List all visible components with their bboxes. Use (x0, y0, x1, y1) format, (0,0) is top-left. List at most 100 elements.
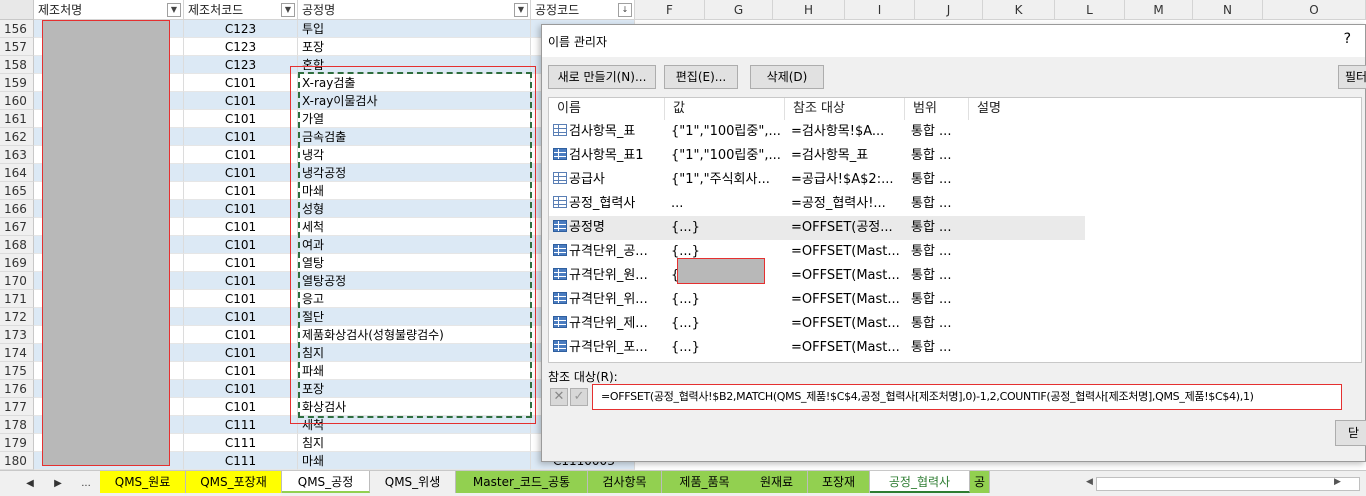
list-header-scope[interactable]: 범위 (905, 98, 969, 120)
tab-scroll-right-icon[interactable]: ▶ (50, 475, 66, 493)
column-letter-h[interactable]: H (773, 0, 845, 20)
sheet-tab[interactable]: Master_코드_공통 (456, 471, 588, 493)
confirm-edit-icon[interactable]: ✓ (570, 388, 588, 406)
cancel-edit-icon[interactable]: ✕ (550, 388, 568, 406)
cell-code[interactable]: C101 (184, 308, 298, 326)
list-item[interactable]: 규격단위_위... {...} =OFFSET(Mast... 통합 ... (549, 288, 1085, 312)
cell-code[interactable]: C111 (184, 452, 298, 470)
column-header-process-code[interactable]: 공정코드 ↓ (531, 0, 635, 20)
row-number[interactable]: 165 (0, 182, 34, 200)
column-letter-k[interactable]: K (983, 0, 1055, 20)
tab-scroll-left-icon[interactable]: ◀ (22, 475, 38, 493)
sheet-tab[interactable]: 제품_품목 (662, 471, 748, 493)
cell-code[interactable]: C101 (184, 92, 298, 110)
cell-code[interactable]: C101 (184, 146, 298, 164)
cell-code[interactable]: C101 (184, 254, 298, 272)
filter-dropdown-icon[interactable]: ▼ (514, 3, 528, 17)
row-number[interactable]: 171 (0, 290, 34, 308)
cell-code[interactable]: C101 (184, 218, 298, 236)
column-letter-i[interactable]: I (845, 0, 915, 20)
list-item[interactable]: 규격단위_제... {...} =OFFSET(Mast... 통합 ... (549, 312, 1085, 336)
row-number[interactable]: 180 (0, 452, 34, 470)
sheet-tab[interactable]: 포장재 (808, 471, 870, 493)
sheet-tab[interactable]: 공정_협력사 (870, 471, 970, 493)
row-number[interactable]: 163 (0, 146, 34, 164)
column-header-process[interactable]: 공정명 ▼ (298, 0, 531, 20)
sheet-tab[interactable]: QMS_포장재 (186, 471, 282, 493)
names-list[interactable]: 이름 값 참조 대상 범위 설명 검사항목_표 {"1","100립중",... =… (548, 97, 1362, 363)
row-number[interactable]: 164 (0, 164, 34, 182)
dialog-titlebar[interactable]: 이름 관리자 ? (542, 25, 1365, 57)
cell-code[interactable]: C111 (184, 434, 298, 452)
column-header-code[interactable]: 제조처코드 ▼ (184, 0, 298, 20)
select-all-corner[interactable] (0, 0, 34, 20)
cell-code[interactable]: C101 (184, 398, 298, 416)
edit-name-button[interactable]: 편집(E)... (664, 65, 738, 89)
list-item[interactable]: 규격단위_공... {...} =OFFSET(Mast... 통합 ... (549, 240, 1085, 264)
filter-button[interactable]: 필터 (1338, 65, 1366, 89)
column-header-name[interactable]: 제조처명 ▼ (34, 0, 184, 20)
sheet-tab[interactable]: 공 (970, 471, 990, 493)
cell-code[interactable]: C101 (184, 344, 298, 362)
sheet-tab[interactable]: 원재료 (746, 471, 808, 493)
sheet-tab[interactable]: 검사항목 (588, 471, 662, 493)
column-letter-j[interactable]: J (915, 0, 983, 20)
close-button[interactable]: 닫 (1335, 420, 1366, 446)
column-letter-g[interactable]: G (705, 0, 773, 20)
row-number[interactable]: 167 (0, 218, 34, 236)
cell-code[interactable]: C101 (184, 326, 298, 344)
cell-process[interactable]: 침지 (298, 434, 531, 452)
cell-code[interactable]: C101 (184, 182, 298, 200)
list-item[interactable]: 공급사 {"1","주식회사... =공급사!$A$2:... 통합 ... (549, 168, 1085, 192)
row-number[interactable]: 178 (0, 416, 34, 434)
cell-code[interactable]: C101 (184, 74, 298, 92)
row-number[interactable]: 168 (0, 236, 34, 254)
column-letter-n[interactable]: N (1193, 0, 1263, 20)
cell-code[interactable]: C123 (184, 38, 298, 56)
cell-code[interactable]: C101 (184, 272, 298, 290)
row-number[interactable]: 176 (0, 380, 34, 398)
hscroll-right-icon[interactable]: ▶ (1334, 477, 1341, 487)
row-number[interactable]: 169 (0, 254, 34, 272)
cell-code[interactable]: C123 (184, 56, 298, 74)
list-item[interactable]: 검사항목_표 {"1","100립중",... =검사항목!$A... 통합 ... (549, 120, 1085, 144)
cell-code[interactable]: C101 (184, 128, 298, 146)
cell-code[interactable]: C123 (184, 20, 298, 38)
hscroll-left-icon[interactable]: ◀ (1086, 477, 1093, 487)
column-letter-o[interactable]: O (1263, 0, 1366, 20)
cell-code[interactable]: C101 (184, 164, 298, 182)
refers-to-input[interactable]: =OFFSET(공정_협력사!$B2,MATCH(QMS_제품!$C$4,공정_… (592, 384, 1342, 410)
row-number[interactable]: 160 (0, 92, 34, 110)
list-item[interactable]: 공정_협력사... =공정_협력사!... 통합 ... (549, 192, 1085, 216)
filter-dropdown-icon[interactable]: ▼ (281, 3, 295, 17)
delete-name-button[interactable]: 삭제(D) (750, 65, 824, 89)
filter-dropdown-icon[interactable]: ▼ (167, 3, 181, 17)
row-number[interactable]: 172 (0, 308, 34, 326)
list-item[interactable]: 공정명 {...} =OFFSET(공정... 통합 ... (549, 216, 1085, 240)
row-number[interactable]: 166 (0, 200, 34, 218)
sheet-tab[interactable]: QMS_위생 (370, 471, 456, 493)
cell-code[interactable]: C101 (184, 380, 298, 398)
row-number[interactable]: 179 (0, 434, 34, 452)
cell-code[interactable]: C101 (184, 200, 298, 218)
help-icon[interactable]: ? (1344, 31, 1351, 47)
row-number[interactable]: 175 (0, 362, 34, 380)
row-number[interactable]: 156 (0, 20, 34, 38)
list-header-refers[interactable]: 참조 대상 (785, 98, 905, 120)
horizontal-scrollbar[interactable] (1096, 477, 1360, 491)
sort-filter-icon[interactable]: ↓ (618, 3, 632, 17)
list-item[interactable]: 규격단위_원...{...}=OFFSET(Mast...통합 ... (549, 264, 1085, 288)
row-number[interactable]: 174 (0, 344, 34, 362)
list-item[interactable]: 규격단위_포... {...} =OFFSET(Mast... 통합 ... (549, 336, 1085, 360)
column-letter-m[interactable]: M (1125, 0, 1193, 20)
row-number[interactable]: 177 (0, 398, 34, 416)
cell-code[interactable]: C101 (184, 362, 298, 380)
list-header-name[interactable]: 이름 (549, 98, 665, 120)
sheet-tab[interactable]: QMS_원료 (100, 471, 186, 493)
row-number[interactable]: 157 (0, 38, 34, 56)
cell-process[interactable]: 마쇄 (298, 452, 531, 470)
list-header-value[interactable]: 값 (665, 98, 785, 120)
row-number[interactable]: 158 (0, 56, 34, 74)
tab-more-icon[interactable]: ... (78, 475, 94, 493)
row-number[interactable]: 173 (0, 326, 34, 344)
